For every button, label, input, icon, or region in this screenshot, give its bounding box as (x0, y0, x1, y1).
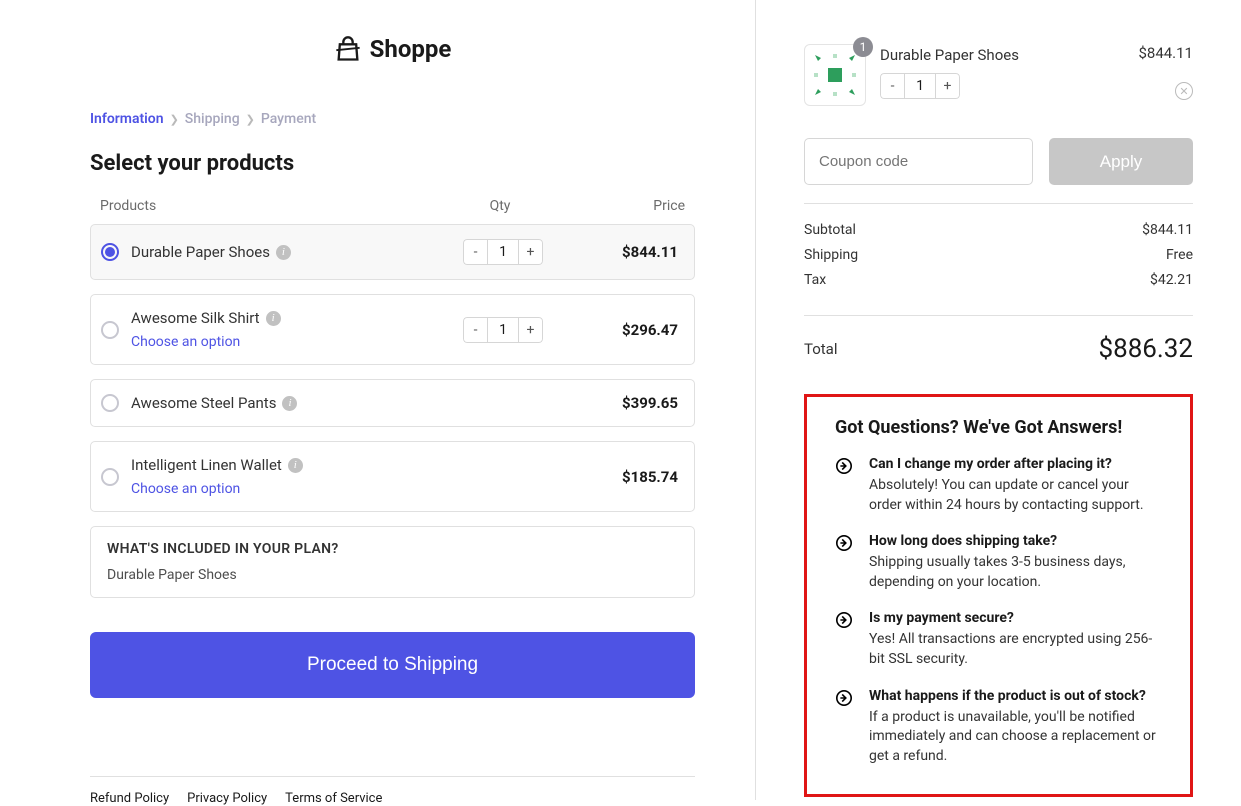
col-price: Price (565, 198, 685, 214)
faq-item: Is my payment secure? Yes! All transacti… (835, 610, 1162, 669)
coupon-input[interactable] (804, 138, 1033, 185)
product-name: Intelligent Linen Wallet (131, 456, 282, 474)
total-value: $886.32 (1098, 334, 1193, 364)
terms-of-service-link[interactable]: Terms of Service (285, 791, 382, 806)
faq-question: Is my payment secure? (869, 610, 1162, 626)
whats-included-body: Durable Paper Shoes (107, 567, 678, 583)
info-icon[interactable]: i (282, 396, 297, 411)
product-info: Durable Paper Shoes i (131, 243, 438, 261)
product-info: Intelligent Linen Wallet i Choose an opt… (131, 456, 438, 497)
product-row[interactable]: Durable Paper Shoes i - 1 + $844.11 (90, 224, 695, 280)
product-info: Awesome Silk Shirt i Choose an option (131, 309, 438, 350)
product-row[interactable]: Intelligent Linen Wallet i Choose an opt… (90, 441, 695, 512)
section-title: Select your products (90, 151, 695, 176)
quantity-badge: 1 (853, 37, 873, 57)
quantity-stepper[interactable]: - 1 + (463, 239, 543, 265)
qty-value: 1 (904, 73, 936, 99)
privacy-policy-link[interactable]: Privacy Policy (187, 791, 267, 806)
radio-button[interactable] (101, 243, 119, 261)
quantity-stepper[interactable]: - 1 + (880, 73, 960, 99)
cart-item: 1 Durable Paper Shoes - 1 + $844.11 ✕ (804, 44, 1193, 106)
arrow-circle-right-icon (835, 689, 853, 707)
product-price: $844.11 (568, 243, 678, 261)
breadcrumb: Information ❯ Shipping ❯ Payment (90, 111, 695, 127)
faq-answer: Shipping usually takes 3-5 business days… (869, 553, 1162, 592)
qty-plus-button[interactable]: + (519, 239, 543, 265)
proceed-to-shipping-button[interactable]: Proceed to Shipping (90, 632, 695, 698)
arrow-circle-right-icon (835, 534, 853, 552)
faq-answer: Yes! All transactions are encrypted usin… (869, 630, 1162, 669)
qty-value: 1 (487, 317, 519, 343)
faq-box: Got Questions? We've Got Answers! Can I … (804, 394, 1193, 797)
chevron-right-icon: ❯ (246, 113, 255, 126)
breadcrumb-step-payment: Payment (261, 111, 316, 127)
radio-button[interactable] (101, 394, 119, 412)
qty-minus-button[interactable]: - (463, 317, 487, 343)
faq-answer: If a product is unavailable, you'll be n… (869, 708, 1162, 767)
order-summary: Subtotal $844.11 Shipping Free Tax $42.2… (804, 204, 1193, 315)
product-info: Awesome Steel Pants i (131, 394, 438, 412)
breadcrumb-step-shipping: Shipping (185, 111, 240, 127)
faq-question: How long does shipping take? (869, 533, 1162, 549)
product-name: Awesome Steel Pants (131, 394, 276, 412)
product-row[interactable]: Awesome Silk Shirt i Choose an option - … (90, 294, 695, 365)
table-header: Products Qty Price (90, 198, 695, 224)
faq-answer: Absolutely! You can update or cancel you… (869, 476, 1162, 515)
product-name: Durable Paper Shoes (131, 243, 270, 261)
qty-plus-button[interactable]: + (519, 317, 543, 343)
col-qty: Qty (435, 198, 565, 214)
right-pane: 1 Durable Paper Shoes - 1 + $844.11 ✕ (756, 0, 1241, 800)
product-row[interactable]: Awesome Steel Pants i $399.65 (90, 379, 695, 427)
qty-minus-button[interactable]: - (463, 239, 487, 265)
apply-coupon-button[interactable]: Apply (1049, 138, 1193, 185)
logo-text: Shoppe (370, 35, 452, 63)
faq-question: What happens if the product is out of st… (869, 688, 1162, 704)
arrow-circle-right-icon (835, 457, 853, 475)
shipping-label: Shipping (804, 247, 858, 263)
faq-item: What happens if the product is out of st… (835, 688, 1162, 767)
chevron-right-icon: ❯ (170, 113, 179, 126)
shipping-value: Free (1166, 247, 1193, 263)
product-price: $185.74 (568, 468, 678, 486)
logo: Shoppe (90, 35, 695, 63)
subtotal-label: Subtotal (804, 222, 856, 238)
remove-item-button[interactable]: ✕ (1175, 82, 1193, 100)
whats-included-title: WHAT'S INCLUDED IN YOUR PLAN? (107, 541, 678, 557)
product-price: $296.47 (568, 321, 678, 339)
breadcrumb-step-information[interactable]: Information (90, 111, 164, 127)
faq-title: Got Questions? We've Got Answers! (835, 417, 1162, 438)
quantity-stepper[interactable]: - 1 + (463, 317, 543, 343)
qty-minus-button[interactable]: - (880, 73, 904, 99)
radio-button[interactable] (101, 468, 119, 486)
faq-question: Can I change my order after placing it? (869, 456, 1162, 472)
footer-links: Refund Policy Privacy Policy Terms of Se… (90, 776, 695, 806)
col-products: Products (100, 198, 435, 214)
total-label: Total (804, 340, 838, 358)
product-price: $399.65 (568, 394, 678, 412)
qty-plus-button[interactable]: + (936, 73, 960, 99)
subtotal-value: $844.11 (1142, 222, 1193, 238)
product-name: Awesome Silk Shirt (131, 309, 260, 327)
faq-item: Can I change my order after placing it? … (835, 456, 1162, 515)
cart-item-name: Durable Paper Shoes (880, 46, 1124, 64)
bag-icon (334, 35, 362, 63)
product-thumbnail: 1 (804, 44, 866, 106)
tax-value: $42.21 (1150, 272, 1193, 288)
choose-option-link[interactable]: Choose an option (131, 334, 438, 350)
product-image-icon (811, 51, 859, 99)
radio-button[interactable] (101, 321, 119, 339)
cart-item-price: $844.11 (1138, 44, 1193, 62)
info-icon[interactable]: i (266, 311, 281, 326)
left-pane: Shoppe Information ❯ Shipping ❯ Payment … (0, 0, 756, 800)
info-icon[interactable]: i (288, 458, 303, 473)
info-icon[interactable]: i (276, 245, 291, 260)
faq-item: How long does shipping take? Shipping us… (835, 533, 1162, 592)
arrow-circle-right-icon (835, 611, 853, 629)
qty-value: 1 (487, 239, 519, 265)
whats-included-box: WHAT'S INCLUDED IN YOUR PLAN? Durable Pa… (90, 526, 695, 598)
refund-policy-link[interactable]: Refund Policy (90, 791, 169, 806)
tax-label: Tax (804, 272, 826, 288)
choose-option-link[interactable]: Choose an option (131, 481, 438, 497)
